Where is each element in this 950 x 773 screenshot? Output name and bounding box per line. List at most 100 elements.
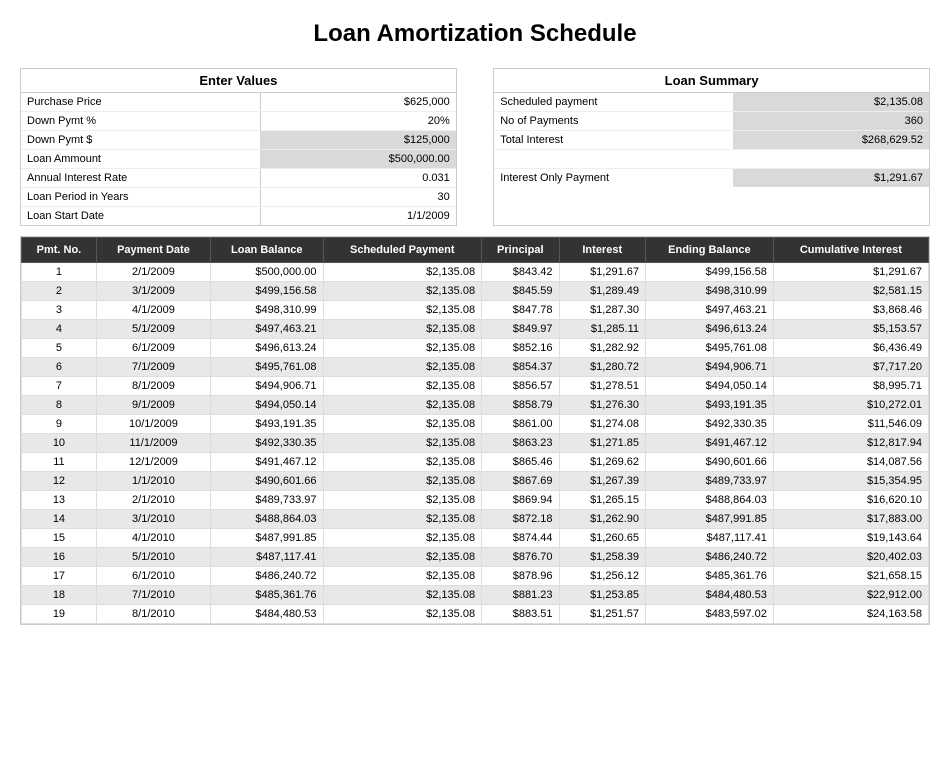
table-cell: $487,991.85 — [646, 510, 774, 529]
table-cell: $487,117.41 — [646, 529, 774, 548]
enter-values-panel: Enter Values Purchase Price $625,000 Dow… — [20, 68, 457, 226]
total-interest-value: $268,629.52 — [733, 131, 929, 149]
table-cell: 7 — [22, 377, 97, 396]
down-pymt-dollar-row: Down Pymt $ $125,000 — [21, 131, 456, 150]
table-cell: $487,991.85 — [211, 529, 323, 548]
table-cell: $494,906.71 — [211, 377, 323, 396]
table-cell: 4 — [22, 320, 97, 339]
table-cell: $496,613.24 — [646, 320, 774, 339]
table-cell: 5/1/2010 — [96, 548, 210, 567]
table-cell: 2/1/2009 — [96, 263, 210, 282]
loan-ammount-row: Loan Ammount $500,000.00 — [21, 150, 456, 169]
table-cell: $500,000.00 — [211, 263, 323, 282]
col-header-cumulative-interest: Cumulative Interest — [773, 238, 928, 263]
annual-interest-rate-value[interactable]: 0.031 — [260, 169, 456, 187]
table-cell: $2,135.08 — [323, 491, 482, 510]
table-cell: 5/1/2009 — [96, 320, 210, 339]
table-row: 1011/1/2009$492,330.35$2,135.08$863.23$1… — [22, 434, 929, 453]
loan-start-date-value[interactable]: 1/1/2009 — [260, 207, 456, 225]
amortization-table-wrapper: Pmt. No. Payment Date Loan Balance Sched… — [20, 236, 930, 625]
table-cell: $489,733.97 — [211, 491, 323, 510]
down-pymt-pct-value[interactable]: 20% — [260, 112, 456, 130]
table-cell: $483,597.02 — [646, 605, 774, 624]
table-cell: $1,276.30 — [559, 396, 645, 415]
table-cell: $2,135.08 — [323, 548, 482, 567]
table-row: 67/1/2009$495,761.08$2,135.08$854.37$1,2… — [22, 358, 929, 377]
table-cell: $1,260.65 — [559, 529, 645, 548]
table-cell: $485,361.76 — [211, 586, 323, 605]
table-cell: $843.42 — [482, 263, 559, 282]
table-cell: 14 — [22, 510, 97, 529]
down-pymt-dollar-value: $125,000 — [260, 131, 456, 149]
table-cell: $883.51 — [482, 605, 559, 624]
table-cell: 3/1/2010 — [96, 510, 210, 529]
table-cell: 2/1/2010 — [96, 491, 210, 510]
table-cell: $5,153.57 — [773, 320, 928, 339]
table-cell: $861.00 — [482, 415, 559, 434]
scheduled-payment-value: $2,135.08 — [733, 93, 929, 111]
table-cell: 10 — [22, 434, 97, 453]
table-row: 165/1/2010$487,117.41$2,135.08$876.70$1,… — [22, 548, 929, 567]
table-row: 198/1/2010$484,480.53$2,135.08$883.51$1,… — [22, 605, 929, 624]
table-cell: $494,050.14 — [211, 396, 323, 415]
loan-start-date-label: Loan Start Date — [21, 207, 260, 225]
col-header-payment-date: Payment Date — [96, 238, 210, 263]
page-title: Loan Amortization Schedule — [20, 20, 930, 48]
table-cell: $8,995.71 — [773, 377, 928, 396]
table-cell: $2,135.08 — [323, 396, 482, 415]
interest-only-payment-row: Interest Only Payment $1,291.67 — [494, 169, 929, 187]
table-cell: $15,354.95 — [773, 472, 928, 491]
table-cell: $21,658.15 — [773, 567, 928, 586]
table-cell: $491,467.12 — [646, 434, 774, 453]
table-cell: $1,274.08 — [559, 415, 645, 434]
table-cell: 1 — [22, 263, 97, 282]
table-cell: $2,135.08 — [323, 586, 482, 605]
table-cell: $2,135.08 — [323, 567, 482, 586]
table-cell: $1,265.15 — [559, 491, 645, 510]
table-cell: $495,761.08 — [211, 358, 323, 377]
table-cell: $14,087.56 — [773, 453, 928, 472]
total-interest-label: Total Interest — [494, 131, 733, 149]
annual-interest-rate-label: Annual Interest Rate — [21, 169, 260, 187]
table-cell: $874.44 — [482, 529, 559, 548]
table-cell: 12/1/2009 — [96, 453, 210, 472]
table-cell: $495,761.08 — [646, 339, 774, 358]
col-header-loan-balance: Loan Balance — [211, 238, 323, 263]
table-cell: $1,271.85 — [559, 434, 645, 453]
table-cell: $17,883.00 — [773, 510, 928, 529]
table-cell: $2,135.08 — [323, 263, 482, 282]
table-cell: $2,135.08 — [323, 320, 482, 339]
table-cell: $497,463.21 — [211, 320, 323, 339]
table-cell: $499,156.58 — [646, 263, 774, 282]
loan-period-value[interactable]: 30 — [260, 188, 456, 206]
table-cell: $497,463.21 — [646, 301, 774, 320]
table-row: 143/1/2010$488,864.03$2,135.08$872.18$1,… — [22, 510, 929, 529]
table-row: 132/1/2010$489,733.97$2,135.08$869.94$1,… — [22, 491, 929, 510]
table-cell: $1,269.62 — [559, 453, 645, 472]
table-cell: $847.78 — [482, 301, 559, 320]
col-header-scheduled-payment: Scheduled Payment — [323, 238, 482, 263]
col-header-pmt-no: Pmt. No. — [22, 238, 97, 263]
table-cell: $2,135.08 — [323, 453, 482, 472]
col-header-principal: Principal — [482, 238, 559, 263]
table-cell: 5 — [22, 339, 97, 358]
table-cell: $1,291.67 — [559, 263, 645, 282]
annual-interest-rate-row: Annual Interest Rate 0.031 — [21, 169, 456, 188]
table-cell: 4/1/2010 — [96, 529, 210, 548]
total-interest-row: Total Interest $268,629.52 — [494, 131, 929, 150]
table-cell: 18 — [22, 586, 97, 605]
purchase-price-value[interactable]: $625,000 — [260, 93, 456, 111]
table-cell: $494,050.14 — [646, 377, 774, 396]
table-cell: $22,912.00 — [773, 586, 928, 605]
table-cell: 19 — [22, 605, 97, 624]
no-of-payments-value: 360 — [733, 112, 929, 130]
loan-summary-header: Loan Summary — [494, 69, 929, 93]
table-cell: $2,135.08 — [323, 472, 482, 491]
down-pymt-dollar-label: Down Pymt $ — [21, 131, 260, 149]
table-cell: $872.18 — [482, 510, 559, 529]
table-cell: 16 — [22, 548, 97, 567]
table-cell: $2,135.08 — [323, 605, 482, 624]
table-cell: $488,864.03 — [211, 510, 323, 529]
table-cell: $484,480.53 — [646, 586, 774, 605]
table-cell: 6 — [22, 358, 97, 377]
